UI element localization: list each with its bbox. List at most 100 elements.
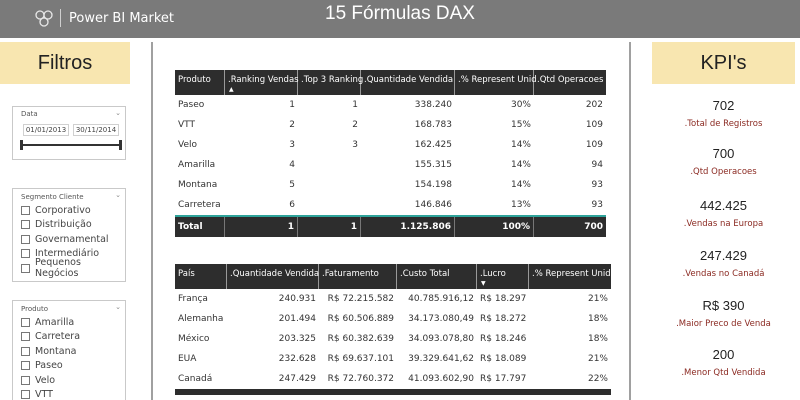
column-header[interactable]: País (175, 264, 227, 289)
column-header-sorted[interactable]: .Ranking Vendas ▲ (225, 70, 299, 95)
table-row[interactable]: Amarilla 4 155.315 14% 94 (175, 155, 606, 175)
column-header[interactable]: .Quantidade Vendida (227, 264, 319, 289)
table-row[interactable]: Carretera 6 146.846 13% 93 (175, 195, 606, 215)
column-header[interactable]: .Custo Total (397, 264, 477, 289)
table-cell: 14% (510, 180, 531, 190)
product-option[interactable]: Velo (21, 373, 80, 388)
table-cell: 93 (591, 180, 603, 190)
checkbox[interactable] (21, 361, 30, 371)
segment-option-label: Distribuição (35, 219, 92, 231)
column-header[interactable]: .Quantidade Vendida (361, 70, 455, 95)
table-cell: 18% (587, 334, 608, 344)
table-row[interactable]: VTT 2 2 168.783 15% 109 (175, 115, 606, 135)
column-header[interactable]: .Faturamento (319, 264, 397, 289)
table-cell: R$ 18.246 (480, 334, 527, 344)
table-cell (298, 175, 361, 195)
date-range-track[interactable] (21, 144, 121, 146)
total-cell: 100% (455, 217, 534, 237)
checkbox[interactable] (21, 205, 30, 215)
chevron-down-icon[interactable]: ⌄ (115, 191, 121, 199)
table-row[interactable]: França 240.931 R$ 72.215.582 40.785.916,… (175, 289, 611, 309)
checkbox[interactable] (21, 263, 30, 273)
column-header[interactable]: Produto (175, 70, 225, 95)
table-cell: 202 (585, 100, 603, 110)
table-cell: 240.931 (278, 294, 316, 304)
table-cell: França (178, 294, 208, 304)
brand-separator (60, 9, 61, 27)
date-end-input[interactable]: 30/11/2014 (73, 124, 119, 136)
product-options: Amarilla Carretera Montana Paseo Velo VT… (21, 315, 80, 400)
sort-descending-icon: ▼ (481, 280, 486, 287)
total-cell: 700 (584, 222, 603, 232)
divider-right (629, 42, 631, 400)
checkbox[interactable] (21, 375, 30, 385)
segment-slicer[interactable]: Segmento Cliente ⌄ Corporativo Distribui… (12, 188, 126, 282)
table-row[interactable]: Montana 5 154.198 14% 93 (175, 175, 606, 195)
product-option[interactable]: Montana (21, 344, 80, 359)
table-row[interactable]: EUA 232.628 R$ 69.637.101 39.329.641,62 … (175, 349, 611, 369)
table-cell: 30% (510, 100, 531, 110)
column-header[interactable]: .% Represent Unid (455, 70, 537, 95)
kpi-card: 442.425 .Vendas na Europa (652, 198, 795, 229)
kpi-value: 702 (712, 98, 735, 113)
table-row[interactable]: Paseo 1 1 338.240 30% 202 (175, 95, 606, 115)
table-cell: 1 (352, 100, 358, 110)
date-slicer[interactable]: Data ⌄ 01/01/2013 30/11/2014 (12, 106, 126, 160)
product-option[interactable]: VTT (21, 388, 80, 400)
table-row[interactable]: Canadá 247.429 R$ 72.760.372 41.093.602,… (175, 369, 611, 389)
table-cell: R$ 69.637.101 (327, 354, 394, 364)
brand-name: Power BI Market (69, 10, 175, 26)
checkbox[interactable] (21, 234, 30, 244)
table-cell: 93 (591, 200, 603, 210)
segment-option-label: Governamental (35, 233, 109, 245)
product-option[interactable]: Carretera (21, 330, 80, 345)
kpi-label: .Menor Qtd Vendida (681, 368, 766, 378)
table-cell: 3 (289, 140, 295, 150)
kpi-label: .Total de Registros (684, 119, 763, 129)
segment-option[interactable]: Corporativo (21, 203, 125, 218)
table-header: Produto .Ranking Vendas ▲ .Top 3 Ranking … (175, 70, 606, 95)
kpi-value: 247.429 (700, 248, 747, 263)
product-option[interactable]: Amarilla (21, 315, 80, 330)
column-header[interactable]: .Qtd Operacoes (534, 70, 606, 95)
checkbox[interactable] (21, 249, 30, 259)
table-cell: 34.093.078,80 (408, 334, 474, 344)
table-cell: R$ 72.760.372 (327, 374, 394, 384)
table-cell: 40.785.916,12 (408, 294, 474, 304)
segment-option[interactable]: Pequenos Negócios (21, 257, 125, 279)
table-cell: 154.198 (414, 180, 452, 190)
product-slicer[interactable]: Produto ⌄ Amarilla Carretera Montana Pas… (12, 300, 126, 400)
table-row[interactable]: Velo 3 3 162.425 14% 109 (175, 135, 606, 155)
date-start-input[interactable]: 01/01/2013 (23, 124, 69, 136)
table-cell: 109 (585, 140, 603, 150)
checkbox[interactable] (21, 317, 30, 327)
segment-options: Corporativo Distribuição Governamental I… (21, 203, 125, 279)
checkbox[interactable] (21, 332, 30, 342)
table-cell (298, 155, 361, 175)
date-range-start-handle[interactable] (20, 140, 23, 150)
kpi-label: .Vendas no Canadá (682, 269, 765, 279)
segment-option[interactable]: Distribuição (21, 218, 125, 233)
table-row[interactable]: Alemanha 201.494 R$ 60.506.889 34.173.08… (175, 309, 611, 329)
table-total-row: Total 1 1 1.125.806 100% 700 (175, 215, 606, 237)
table-cell: 6 (289, 200, 295, 210)
kpi-label: .Maior Preco de Venda (676, 319, 771, 329)
date-range-end-handle[interactable] (119, 140, 122, 150)
segment-option[interactable]: Governamental (21, 232, 125, 247)
column-header[interactable]: .% Represent Unid (529, 264, 611, 289)
product-table: Produto .Ranking Vendas ▲ .Top 3 Ranking … (175, 70, 606, 237)
chevron-down-icon[interactable]: ⌄ (115, 303, 121, 311)
checkbox[interactable] (21, 346, 30, 356)
checkbox[interactable] (21, 390, 30, 400)
brand: Power BI Market (34, 8, 174, 28)
chevron-down-icon[interactable]: ⌄ (115, 109, 121, 117)
sort-ascending-icon: ▲ (229, 86, 234, 93)
product-option[interactable]: Paseo (21, 359, 80, 374)
table-row[interactable]: México 203.325 R$ 60.382.639 34.093.078,… (175, 329, 611, 349)
product-option-label: Paseo (35, 360, 63, 372)
checkbox[interactable] (21, 220, 30, 230)
column-header-sorted[interactable]: .Lucro ▼ (477, 264, 529, 289)
table-cell: 21% (587, 294, 608, 304)
kpi-value: 442.425 (700, 198, 747, 213)
column-header[interactable]: .Top 3 Ranking (298, 70, 363, 95)
